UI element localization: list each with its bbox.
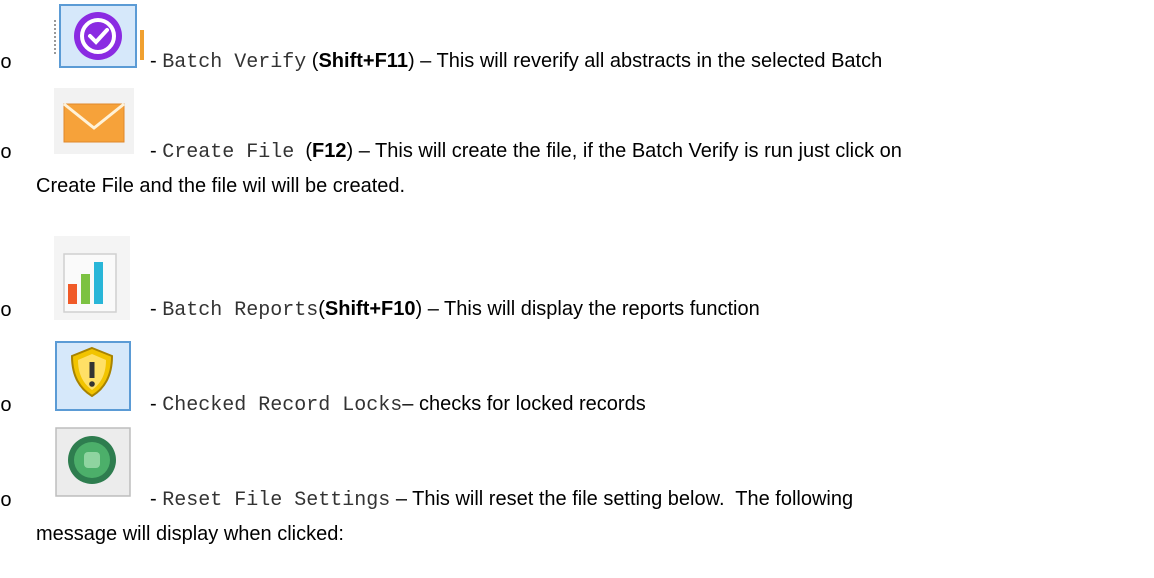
open-paren: ( <box>318 298 325 320</box>
reset-file-settings-continuation: message will display when clicked: <box>36 523 344 545</box>
item-description: – This will create the file, if the Batc… <box>353 140 902 162</box>
checked-record-locks-command: Checked Record Locks <box>162 394 403 417</box>
shield-warning-icon <box>55 341 131 411</box>
shortcut-key: Shift+F11 <box>318 50 408 72</box>
shortcut-key: F12 <box>312 140 347 162</box>
item-dash: - <box>150 393 163 415</box>
batch-verify-item: - Batch Verify (Shift+F11) – This will r… <box>150 50 882 74</box>
item-dash: - <box>150 50 163 72</box>
item-description: – This will display the reports function <box>422 298 760 320</box>
create-file-command: Create File <box>162 141 295 164</box>
reset-file-settings-command: Reset File Settings <box>162 489 391 512</box>
create-file-continuation: Create File and the file wil will be cre… <box>36 175 406 197</box>
envelope-icon <box>54 88 134 154</box>
open-paren: ( <box>306 50 319 72</box>
bar-chart-icon <box>54 236 130 320</box>
list-bullet: o <box>0 142 13 165</box>
item-dash: - <box>150 488 163 510</box>
shortcut-key: Shift+F10 <box>324 298 416 320</box>
close-paren: ) <box>407 50 415 72</box>
batch-verify-command: Batch Verify <box>162 51 307 74</box>
item-dash: - <box>150 298 163 320</box>
list-bullet: o <box>0 52 13 75</box>
reset-file-settings-item: - Reset File Settings – This will reset … <box>150 488 853 512</box>
checked-record-locks-item: - Checked Record Locks– checks for locke… <box>150 393 646 417</box>
batch-reports-command: Batch Reports <box>162 299 319 322</box>
item-dash: - <box>150 140 163 162</box>
reset-circle-icon <box>55 427 131 497</box>
create-file-item: - Create File (F12) – This will create t… <box>150 140 902 164</box>
list-bullet: o <box>0 490 13 513</box>
open-paren: ( <box>294 140 313 162</box>
item-description: – This will reset the file setting below… <box>390 488 854 510</box>
verify-check-icon <box>54 4 144 68</box>
list-bullet: o <box>0 395 13 418</box>
item-description: – checks for locked records <box>402 393 646 415</box>
batch-reports-item: - Batch Reports(Shift+F10) – This will d… <box>150 298 760 322</box>
list-bullet: o <box>0 300 13 323</box>
item-description: – This will reverify all abstracts in th… <box>414 50 883 72</box>
